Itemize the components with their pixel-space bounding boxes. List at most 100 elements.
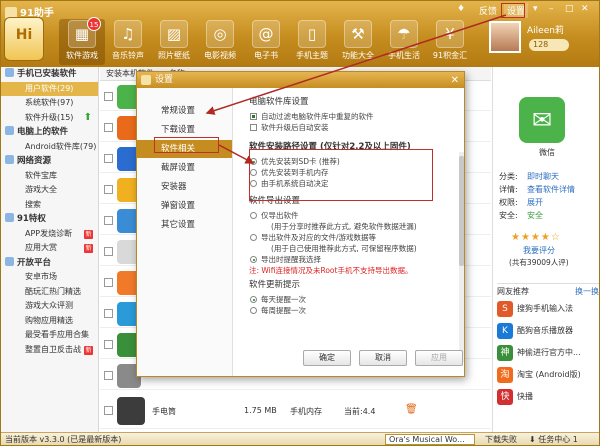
menu-icon[interactable]: ▾ <box>533 4 538 14</box>
refresh-link[interactable]: 换一换 <box>575 286 599 297</box>
checkbox[interactable] <box>250 113 257 120</box>
sidebar-item[interactable]: 安卓市场 <box>1 270 98 285</box>
update-badge: 15 <box>87 17 101 31</box>
option-radio[interactable]: 导出软件及对应的文件/游戏数据等 <box>249 232 449 243</box>
sidebar-item[interactable]: 游戏大全 <box>1 183 98 198</box>
row-checkbox[interactable] <box>104 278 113 287</box>
toolbar-label: 91积金汇 <box>432 51 468 60</box>
sidebar-group[interactable]: 91特权 <box>1 212 98 227</box>
sidebar-item[interactable]: 用户软件(29) <box>1 81 98 96</box>
skin-icon[interactable]: ♦ <box>457 4 465 14</box>
ok-button[interactable]: 确定 <box>303 350 351 366</box>
version-text: 当前版本 v3.3.0 (已是最新版本) <box>5 435 122 444</box>
row-checkbox[interactable] <box>104 340 113 349</box>
cancel-button[interactable]: 取消 <box>359 350 407 366</box>
option-radio[interactable]: 每周提醒一次 <box>249 305 449 316</box>
feedback-link[interactable]: 反馈 <box>479 4 497 17</box>
row-checkbox[interactable] <box>104 406 113 415</box>
close-icon[interactable]: ✕ <box>581 4 589 14</box>
dialog-close-icon[interactable]: ✕ <box>451 73 459 89</box>
sidebar-group[interactable]: 网络资源 <box>1 154 98 169</box>
option-radio[interactable]: 每天提醒一次 <box>249 294 449 305</box>
recommend-item[interactable]: K 酷狗音乐播放器 <box>497 321 599 341</box>
settings-nav-item[interactable]: 安装器 <box>137 178 232 196</box>
hi-button[interactable]: Hi <box>4 17 44 61</box>
settings-dialog: 设置 ✕ 常规设置 下载设置 软件相关 截屏设置 安装器 弹窗设置 其它设置 电脑软件库设置 … <box>136 71 465 377</box>
group-icon <box>5 213 14 222</box>
settings-nav-item[interactable]: 截屏设置 <box>137 159 232 177</box>
settings-nav-item[interactable]: 弹窗设置 <box>137 197 232 215</box>
radio[interactable] <box>250 256 257 263</box>
recommend-item[interactable]: 快快播 <box>497 387 599 407</box>
user-name: Aileen莉 <box>527 26 564 36</box>
upgrade-arrow-icon: ⬆ <box>83 111 92 123</box>
row-checkbox[interactable] <box>104 185 113 194</box>
toolbar-ebook-button[interactable]: @ 电子书 <box>243 19 289 65</box>
toolbar-life-button[interactable]: ☂ 手机生活 <box>381 19 427 65</box>
dialog-scroll-thumb[interactable] <box>459 156 464 266</box>
option-checkbox[interactable]: 软件升级后自动安装 <box>249 122 449 133</box>
sidebar-item[interactable]: 软件升级(15) ⬆ <box>1 111 98 126</box>
minimize-icon[interactable]: – <box>549 4 554 14</box>
recommend-item[interactable]: 神神偷进行官方中... <box>497 343 599 363</box>
row-checkbox[interactable] <box>104 154 113 163</box>
toolbar-tools-button[interactable]: ⚒ 功能大全 <box>335 19 381 65</box>
apply-button[interactable]: 应用 <box>415 350 463 366</box>
recommend-item[interactable]: 淘淘宝 (Android版) <box>497 365 599 385</box>
toolbar-video-button[interactable]: ◎ 电影视频 <box>197 19 243 65</box>
avatar[interactable] <box>489 21 521 53</box>
toolbar-music-button[interactable]: ♫ 音乐铃声 <box>105 19 151 65</box>
option-radio[interactable]: 仅导出软件 <box>249 210 449 221</box>
field-value[interactable]: 即时聊天 <box>527 172 559 181</box>
toolbar-photo-button[interactable]: ▨ 照片壁纸 <box>151 19 197 65</box>
sidebar-item[interactable]: Android软件库(79) <box>1 140 98 155</box>
radio[interactable] <box>250 212 257 219</box>
sidebar-item[interactable]: 购物应用精选 <box>1 314 98 329</box>
settings-nav-item[interactable]: 常规设置 <box>137 102 232 120</box>
sidebar-item[interactable]: APP发烧诊断 新 <box>1 227 98 242</box>
sidebar-item[interactable]: 软件宝库 <box>1 169 98 184</box>
toolbar-theme-button[interactable]: ▯ 手机主题 <box>289 19 335 65</box>
table-row[interactable]: 手电筒 1.75 MB 手机内存 当前:4.4 🗑 <box>100 393 491 429</box>
option-label: 仅导出软件 <box>261 211 299 220</box>
recommend-title: 网友推荐 <box>497 287 529 296</box>
sidebar-group[interactable]: 手机已安装软件 <box>1 67 98 82</box>
sidebar-item-label: 用户软件(29) <box>25 83 74 93</box>
option-radio[interactable]: 导出时提醒我选择 <box>249 254 449 265</box>
sidebar-item[interactable]: 整置自卫反击战新 <box>1 343 98 358</box>
toolbar-coin-button[interactable]: ¥91积金汇 <box>427 19 473 65</box>
row-checkbox[interactable] <box>104 123 113 132</box>
row-checkbox[interactable] <box>104 216 113 225</box>
settings-nav-item[interactable]: 其它设置 <box>137 216 232 234</box>
radio[interactable] <box>250 307 257 314</box>
row-checkbox[interactable] <box>104 92 113 101</box>
sidebar-item[interactable]: 游戏大众评测 <box>1 299 98 314</box>
download-item[interactable]: Ora's Musical Wo... <box>385 434 475 445</box>
radio[interactable] <box>250 234 257 241</box>
sidebar-item-label: 开放平台 <box>17 257 52 268</box>
section-title: 软件更新提示 <box>249 280 301 290</box>
radio[interactable] <box>250 296 257 303</box>
sidebar-item[interactable]: 搜索 <box>1 198 98 213</box>
download-fail[interactable]: 下载失败 <box>485 433 517 445</box>
trash-icon[interactable]: 🗑 <box>405 404 418 415</box>
sidebar-group[interactable]: 开放平台 <box>1 256 98 271</box>
sidebar-item-label: 手机已安装软件 <box>17 69 77 79</box>
field-value[interactable]: 展开 <box>527 198 543 207</box>
row-checkbox[interactable] <box>104 309 113 318</box>
row-checkbox[interactable] <box>104 247 113 256</box>
rate-link[interactable]: 我要评分 <box>523 245 555 256</box>
row-checkbox[interactable] <box>104 371 113 380</box>
field-value[interactable]: 查看软件详情 <box>527 185 575 194</box>
nav-highlight <box>154 137 219 153</box>
sidebar-item[interactable]: 应用大赏 新 <box>1 241 98 256</box>
recommend-item[interactable]: S 搜狗手机输入法 <box>497 299 599 319</box>
maximize-icon[interactable]: □ <box>565 4 574 14</box>
task-center[interactable]: ⬇ 任务中心 1 <box>529 433 578 445</box>
sidebar-item[interactable]: 系统软件(97) <box>1 96 98 111</box>
option-checkbox[interactable]: 自动过滤电脑软件库中重复的软件 <box>249 111 449 122</box>
sidebar-item[interactable]: 最受看手应用合集 <box>1 328 98 343</box>
sidebar-item[interactable]: 酷玩汇热门精选 <box>1 285 98 300</box>
sidebar-group[interactable]: 电脑上的软件 <box>1 125 98 140</box>
checkbox[interactable] <box>250 124 257 131</box>
